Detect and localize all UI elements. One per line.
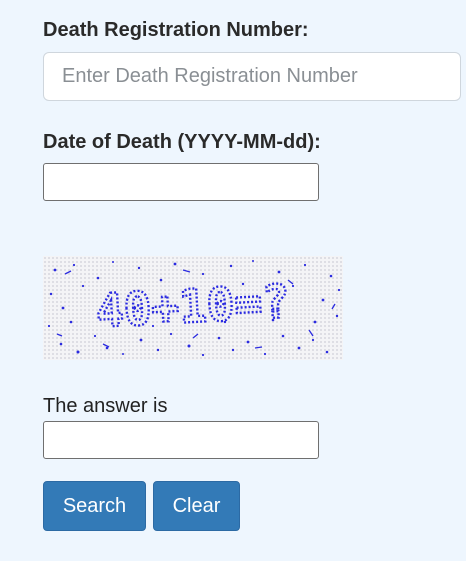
answer-label: The answer is (43, 395, 168, 417)
captcha-graphic: 40+10=? (47, 260, 341, 357)
captcha-answer-input[interactable] (43, 421, 319, 459)
date-of-death-label: Date of Death (YYYY-MM-dd): (43, 131, 321, 153)
death-record-search-form: Death Registration Number: Date of Death… (0, 0, 466, 561)
search-button[interactable]: Search (43, 481, 146, 531)
captcha-text: 40+10=? (95, 274, 291, 338)
registration-number-input[interactable] (43, 52, 461, 101)
date-of-death-input[interactable] (43, 163, 319, 201)
registration-number-label: Death Registration Number: (43, 19, 309, 41)
captcha-image: 40+10=? (43, 256, 343, 360)
clear-button[interactable]: Clear (153, 481, 240, 531)
